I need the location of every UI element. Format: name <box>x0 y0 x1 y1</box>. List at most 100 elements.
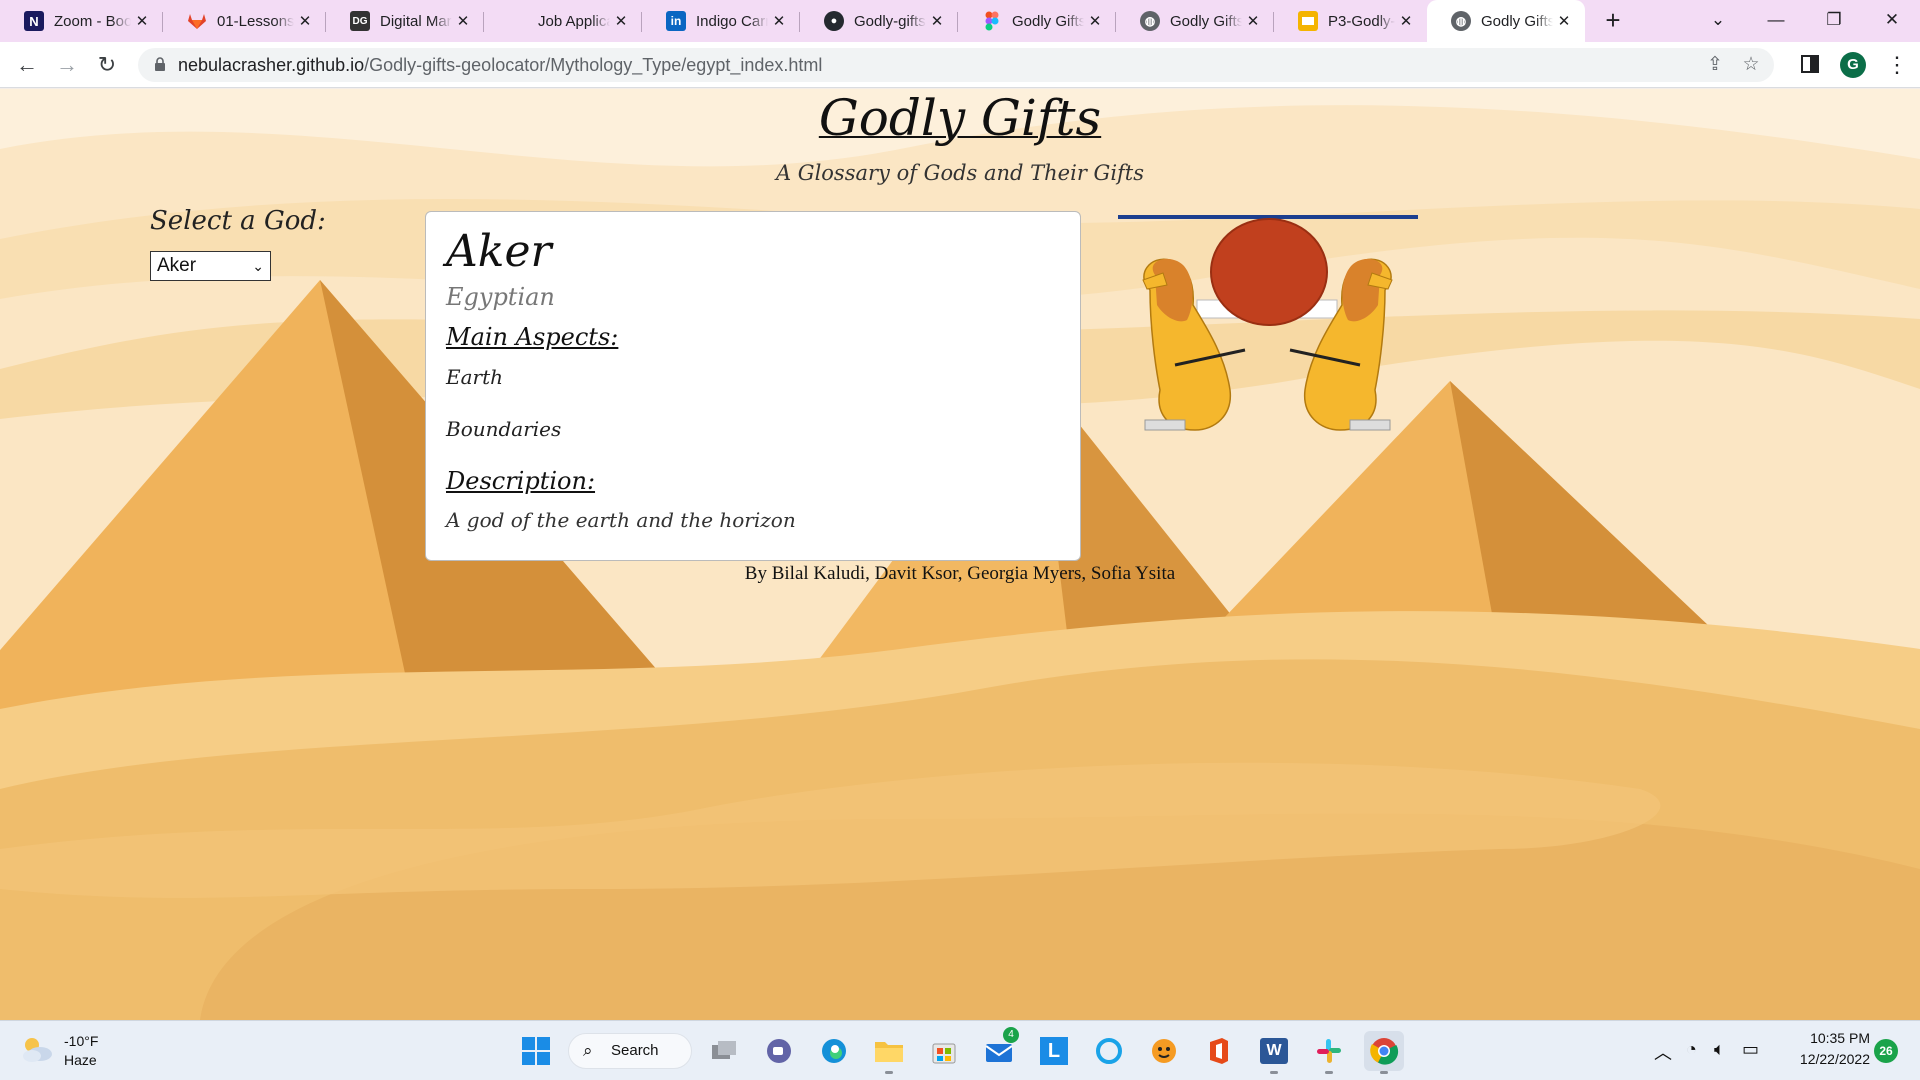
system-tray[interactable]: ︿ ◔ 🔈︎ ▭ <box>1650 1039 1770 1063</box>
browser-tab[interactable]: 01-Lessons/ ✕ <box>163 0 326 42</box>
god-select-dropdown[interactable]: Aker ⌄ <box>150 251 271 281</box>
teams-chat-icon[interactable] <box>759 1031 799 1071</box>
blank-icon <box>508 11 528 31</box>
close-icon[interactable]: ✕ <box>1084 12 1106 30</box>
globe-icon: ◍ <box>1140 11 1160 31</box>
new-tab-button[interactable]: + <box>1598 6 1628 36</box>
search-icon: ⌕ <box>583 1041 593 1060</box>
minimize-button[interactable]: — <box>1748 0 1804 42</box>
close-icon[interactable]: ✕ <box>926 12 948 30</box>
tab-title: Godly Gifts <box>1481 12 1553 30</box>
tab-title: 01-Lessons/ <box>217 12 294 30</box>
windows-taskbar: -10°F Haze ⌕ Search 4 L W ︿ ◔ 🔈︎ ▭ 10:35 … <box>0 1020 1920 1080</box>
microsoft-store-icon[interactable] <box>924 1031 964 1071</box>
browser-tab[interactable]: P3-Godly-G ✕ <box>1274 0 1427 42</box>
weather-widget[interactable]: -10°F Haze <box>20 1031 140 1071</box>
close-window-button[interactable]: ✕ <box>1864 0 1920 42</box>
office-icon[interactable] <box>1199 1031 1239 1071</box>
close-icon[interactable]: ✕ <box>1242 12 1264 30</box>
reload-button[interactable]: ↻ <box>92 50 122 80</box>
tab-title: Job Applica <box>538 12 610 30</box>
share-icon[interactable]: ⇪ <box>1704 54 1726 76</box>
chrome-icon[interactable] <box>1364 1031 1404 1074</box>
restore-button[interactable]: ❐ <box>1806 0 1862 42</box>
close-icon[interactable]: ✕ <box>768 12 790 30</box>
bookmark-star-icon[interactable]: ☆ <box>1740 54 1762 76</box>
notification-badge[interactable]: 26 <box>1874 1039 1898 1063</box>
volume-icon[interactable]: 🔈︎ <box>1714 1039 1725 1060</box>
search-label: Search <box>611 1042 659 1059</box>
tab-title: Godly-gifts <box>854 12 926 30</box>
word-icon[interactable]: W <box>1254 1031 1294 1074</box>
mail-icon[interactable]: 4 <box>979 1027 1019 1071</box>
menu-icon[interactable]: ⋮ <box>1886 50 1908 80</box>
edge-icon[interactable] <box>814 1031 854 1071</box>
god-origin: Egyptian <box>446 283 555 311</box>
browser-toolbar: ← → ↻ nebulacrasher.github.io/Godly-gift… <box>0 42 1920 88</box>
cortana-icon[interactable] <box>1089 1031 1129 1071</box>
url-host: nebulacrasher.github.io <box>178 55 365 75</box>
forward-button[interactable]: → <box>52 50 82 80</box>
windows-logo-icon <box>522 1037 550 1065</box>
weather-condition: Haze <box>64 1052 97 1068</box>
browser-tab[interactable]: DG Digital Mar ✕ <box>326 0 484 42</box>
tab-title: P3-Godly-G <box>1328 12 1395 30</box>
close-icon[interactable]: ✕ <box>1553 12 1575 30</box>
aker-illustration <box>1118 215 1418 431</box>
browser-tab[interactable]: N Zoom - Boo ✕ <box>0 0 163 42</box>
browser-tab-active[interactable]: ◍ Godly Gifts ✕ <box>1427 0 1585 42</box>
linkedin-icon: in <box>666 11 686 31</box>
close-icon[interactable]: ✕ <box>131 12 153 30</box>
slack-icon[interactable] <box>1309 1031 1349 1074</box>
main-aspects-heading: Main Aspects: <box>446 323 619 351</box>
address-bar[interactable]: nebulacrasher.github.io/Godly-gifts-geol… <box>138 48 1774 82</box>
side-panel-icon[interactable] <box>1801 55 1819 73</box>
back-button[interactable]: ← <box>12 50 42 80</box>
battery-icon[interactable]: ▭ <box>1742 1039 1759 1060</box>
tab-strip: N Zoom - Boo ✕ 01-Lessons/ ✕ DG Digital … <box>0 0 1920 42</box>
clock-date[interactable]: 12/22/2022 <box>1780 1051 1870 1067</box>
close-icon[interactable]: ✕ <box>294 12 316 30</box>
tab-title: Godly Gifts <box>1170 12 1242 30</box>
god-info-card: Aker Egyptian Main Aspects: Earth Bounda… <box>425 211 1081 561</box>
profile-avatar[interactable]: G <box>1840 52 1866 78</box>
browser-tab[interactable]: ● Godly-gifts ✕ <box>800 0 958 42</box>
emoji-app-icon[interactable] <box>1144 1031 1184 1071</box>
browser-tab[interactable]: Job Applica ✕ <box>484 0 642 42</box>
description-heading: Description: <box>446 467 596 495</box>
site-icon: DG <box>350 11 370 31</box>
close-icon[interactable]: ✕ <box>1395 12 1417 30</box>
start-button[interactable] <box>516 1031 556 1071</box>
browser-tab[interactable]: ◍ Godly Gifts ✕ <box>1116 0 1274 42</box>
close-icon[interactable]: ✕ <box>452 12 474 30</box>
chevron-up-icon[interactable]: ︿ <box>1654 1039 1672 1065</box>
url-text: nebulacrasher.github.io/Godly-gifts-geol… <box>178 55 822 76</box>
weather-temperature: -10°F <box>64 1033 99 1049</box>
file-explorer-icon[interactable] <box>869 1031 909 1074</box>
site-title: Godly Gifts <box>818 89 1102 147</box>
browser-tab[interactable]: in Indigo Carr ✕ <box>642 0 800 42</box>
web-page: Godly Gifts A Glossary of Gods and Their… <box>0 89 1920 1020</box>
slides-icon <box>1298 11 1318 31</box>
mail-badge: 4 <box>1003 1027 1019 1043</box>
aspect-item: Boundaries <box>446 417 562 441</box>
l-app-icon[interactable]: L <box>1034 1031 1074 1071</box>
weather-haze-icon <box>23 1038 52 1062</box>
description-text: A god of the earth and the horizon <box>446 508 796 532</box>
site-subtitle: A Glossary of Gods and Their Gifts <box>775 161 1145 185</box>
clock-time[interactable]: 10:35 PM <box>1780 1030 1870 1046</box>
aspect-item: Earth <box>446 365 504 389</box>
close-icon[interactable]: ✕ <box>610 12 632 30</box>
wifi-icon[interactable]: ◔ <box>1686 1039 1697 1060</box>
tab-search-button[interactable]: ⌄ <box>1690 0 1746 42</box>
github-icon: ● <box>824 11 844 31</box>
select-god-label: Select a God: <box>150 206 326 236</box>
notion-icon: N <box>24 11 44 31</box>
url-path: /Godly-gifts-geolocator/Mythology_Type/e… <box>364 55 823 75</box>
figma-icon <box>982 11 1002 31</box>
task-view-icon[interactable] <box>704 1031 744 1071</box>
browser-tab[interactable]: Godly Gifts ✕ <box>958 0 1116 42</box>
taskbar-search[interactable]: ⌕ Search <box>568 1033 692 1069</box>
god-select-value: Aker <box>157 255 197 276</box>
tab-title: Zoom - Boo <box>54 12 131 30</box>
